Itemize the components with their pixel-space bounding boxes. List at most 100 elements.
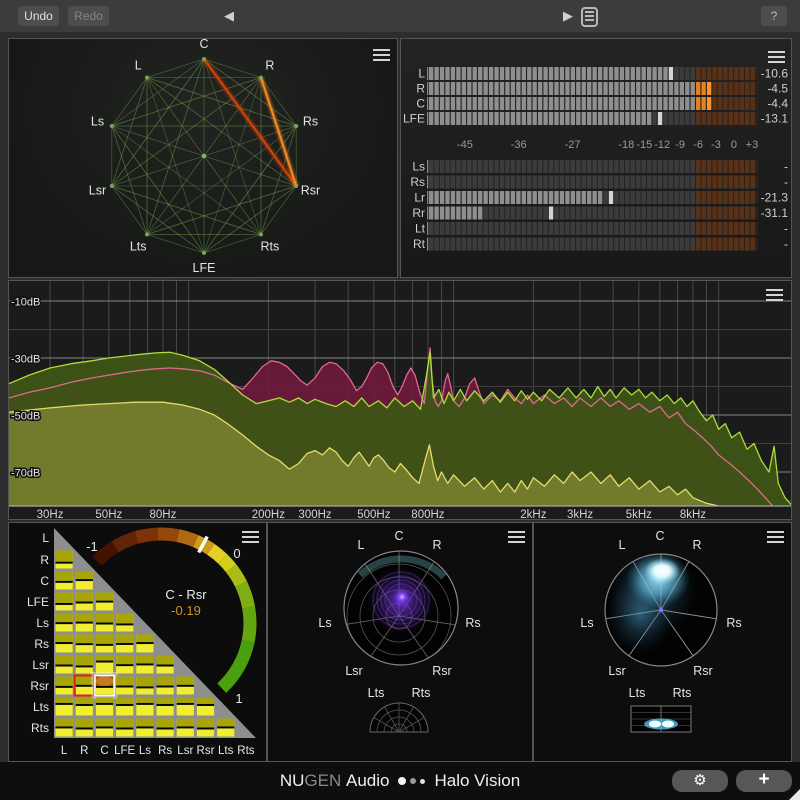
matrix-cell[interactable]	[56, 656, 73, 674]
matrix-cell[interactable]	[56, 614, 73, 632]
spectrum-db-label: -70dB	[11, 468, 40, 480]
panel-menu-icon[interactable]	[766, 289, 783, 304]
halo-vision-window: { "toolbar": { "undo_label": "Undo", "re…	[0, 0, 800, 800]
meter-readout: -4.4	[767, 97, 788, 111]
matrix-cell[interactable]	[96, 635, 113, 653]
matrix-cell[interactable]	[157, 698, 174, 716]
matrix-cell[interactable]	[56, 677, 73, 695]
matrix-cell[interactable]	[116, 719, 133, 737]
matrix-cell[interactable]	[76, 698, 93, 716]
matrix-cell[interactable]	[76, 593, 93, 611]
meter-scale-label: +3	[746, 139, 759, 151]
brand-gen: GEN	[304, 771, 341, 791]
matrix-cell[interactable]	[76, 614, 93, 632]
meter-readout: -	[784, 222, 788, 236]
panel-menu-icon[interactable]	[768, 51, 785, 66]
matrix-cell[interactable]	[136, 677, 153, 695]
brand-audio: Audio	[346, 771, 389, 791]
matrix-cell[interactable]	[56, 719, 73, 737]
meter-readout: -	[784, 175, 788, 189]
brand-product: Halo Vision	[434, 771, 520, 791]
matrix-cell[interactable]	[157, 656, 174, 674]
matrix-cell[interactable]	[136, 719, 153, 737]
meter-readout: -4.5	[767, 82, 788, 96]
gauge-min-label: -1	[83, 539, 101, 554]
matrix-col-label: LFE	[114, 745, 135, 757]
matrix-cell[interactable]	[56, 572, 73, 590]
matrix-cell[interactable]	[116, 635, 133, 653]
matrix-cell[interactable]	[56, 551, 73, 569]
panel-menu-icon[interactable]	[767, 531, 784, 546]
scope-channel-label: L	[358, 538, 365, 552]
matrix-cell[interactable]	[136, 656, 153, 674]
spectrum-freq-label: 500Hz	[357, 509, 390, 519]
redo-button[interactable]: Redo	[68, 6, 109, 26]
surround-scope-panel: CLRLsRsLsrRsrLtsRts	[267, 522, 533, 762]
meter-readout: -10.6	[761, 67, 789, 81]
matrix-cell[interactable]	[177, 698, 194, 716]
matrix-cell[interactable]	[116, 698, 133, 716]
scope-channel-label: R	[432, 538, 441, 552]
matrix-cell[interactable]	[96, 719, 113, 737]
matrix-cell[interactable]	[197, 698, 214, 716]
matrix-col-label: Lsr	[177, 745, 193, 757]
energy-scope-panel: CLRLsRsLsrRsrLtsRts	[533, 522, 792, 762]
matrix-cell[interactable]	[157, 677, 174, 695]
web-channel-label: Rts	[260, 240, 279, 254]
matrix-cell[interactable]	[96, 614, 113, 632]
matrix-cell[interactable]	[217, 719, 234, 737]
matrix-cell[interactable]	[75, 676, 94, 696]
add-instance-button[interactable]: +	[736, 770, 792, 792]
meter-scale-label: -12	[654, 139, 670, 151]
matrix-cell[interactable]	[56, 635, 73, 653]
matrix-row-label: R	[40, 553, 49, 567]
matrix-cell[interactable]	[76, 635, 93, 653]
matrix-cell[interactable]	[197, 719, 214, 737]
matrix-cell[interactable]	[96, 698, 113, 716]
meter-channel-label: Ls	[412, 160, 425, 174]
panel-menu-icon[interactable]	[508, 531, 525, 546]
matrix-cell[interactable]	[76, 572, 93, 590]
matrix-cell[interactable]	[76, 656, 93, 674]
meter-readout: -13.1	[761, 112, 789, 126]
meter-scale-label: -3	[711, 139, 721, 151]
gauge-pair-label: C - Rsr	[126, 587, 246, 602]
matrix-cell[interactable]	[116, 677, 133, 695]
settings-button[interactable]: ⚙	[672, 770, 728, 792]
scope-channel-label: Ls	[580, 616, 593, 630]
correlation-matrix-panel: RCLFELsRsLsrRsrLtsRtsLRCLFELsRsLsrRsrLts…	[8, 522, 267, 762]
matrix-cell[interactable]	[177, 677, 194, 695]
meter-scale-label: -15	[636, 139, 652, 151]
matrix-cell[interactable]	[177, 719, 194, 737]
help-button[interactable]: ?	[761, 6, 787, 26]
spectrum-db-label: -10dB	[11, 297, 40, 309]
resize-grip[interactable]	[789, 789, 800, 800]
gauge-max-label: 1	[230, 691, 248, 706]
back-icon[interactable]: ◀	[224, 8, 234, 24]
matrix-cell[interactable]	[56, 698, 73, 716]
matrix-cell[interactable]	[136, 698, 153, 716]
matrix-cell[interactable]	[76, 719, 93, 737]
panel-menu-icon[interactable]	[242, 531, 259, 546]
spectrum-panel: -10dB-30dB-50dB-70dB30Hz50Hz80Hz200Hz300…	[8, 280, 792, 520]
matrix-cell[interactable]	[93, 674, 115, 697]
matrix-cell[interactable]	[96, 656, 113, 674]
matrix-cell[interactable]	[96, 593, 113, 611]
document-icon[interactable]	[581, 7, 598, 27]
matrix-row-label: Lts	[33, 700, 49, 714]
scope-height-label: Lts	[629, 686, 646, 700]
matrix-cell[interactable]	[116, 656, 133, 674]
matrix-cell[interactable]	[136, 635, 153, 653]
panel-menu-icon[interactable]	[373, 49, 390, 64]
meter-channel-label: L	[418, 67, 425, 81]
scope-channel-label: L	[619, 538, 626, 552]
matrix-cell[interactable]	[157, 719, 174, 737]
matrix-cell[interactable]	[56, 593, 73, 611]
matrix-row-label: C	[40, 574, 49, 588]
undo-button[interactable]: Undo	[18, 6, 59, 26]
spectrum-freq-label: 5kHz	[626, 509, 652, 519]
spectrum-freq-label: 3kHz	[567, 509, 593, 519]
scope-channel-label: Rsr	[693, 664, 712, 678]
play-icon[interactable]: ▶	[563, 8, 573, 24]
brand-nu: NU	[280, 771, 305, 791]
